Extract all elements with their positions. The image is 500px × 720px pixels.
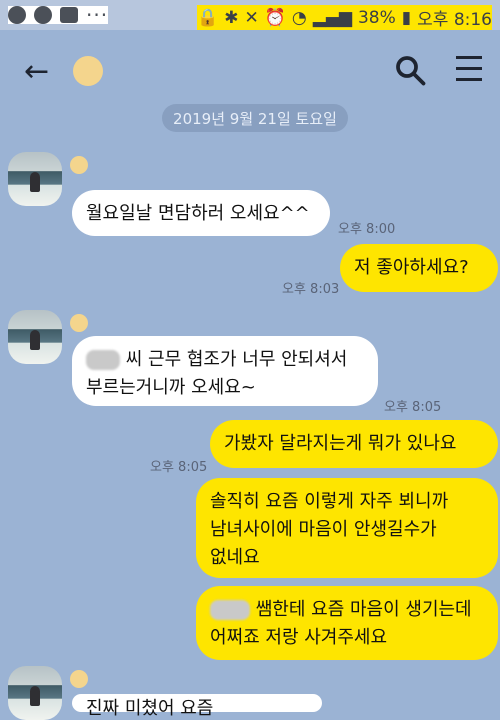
message-text: 쌤한테 요즘 마음이 생기는데: [255, 599, 472, 620]
date-pill: 2019년 9월 21일 토요일: [162, 104, 348, 132]
baby-emoji-icon: [70, 314, 88, 332]
message-bubble-right[interactable]: 가봤자 달라지는게 뭐가 있나요: [210, 420, 498, 468]
battery-text: 38%: [357, 7, 396, 28]
wifi-icon: ◔: [291, 7, 307, 28]
message-line: 쌤한테 요즘 마음이 생기는데: [210, 596, 484, 624]
date-text: 2019년 9월 21일 토요일: [173, 109, 337, 128]
gallery-icon: [60, 7, 78, 23]
message-text: 남녀사이에 마음이 안생길수가: [210, 519, 437, 540]
search-icon[interactable]: [392, 52, 428, 88]
message-text: 진짜 미쳤어 요즘: [86, 698, 214, 719]
blurred-name: [210, 600, 250, 620]
silent-icon: ✕: [244, 7, 259, 28]
bluetooth-icon: ✱: [224, 7, 239, 28]
message-text: 씨 근무 협조가 너무 안되셔서: [125, 349, 348, 370]
status-right-icons: 🔒 ✱ ✕ ⏰ ◔ ▂▄▆ 38% ▮ 오후 8:16: [197, 5, 492, 30]
message-text: 부르는거니까 오세요~: [86, 377, 256, 398]
message-text: 솔직히 요즘 이렇게 자주 뵈니까: [210, 491, 449, 512]
status-bar: ··· 🔒 ✱ ✕ ⏰ ◔ ▂▄▆ 38% ▮ 오후 8:16: [0, 0, 500, 30]
sender-avatar[interactable]: [8, 152, 62, 206]
message-bubble-right[interactable]: 저 좋아하세요?: [340, 244, 498, 292]
message-text: 없네요: [210, 547, 260, 568]
record-icon: [34, 6, 52, 24]
partial-message-bubble-left[interactable]: 진짜 미쳤어 요즘: [72, 694, 322, 719]
alarm-icon: ⏰: [264, 7, 286, 28]
message-text: 저 좋아하세요?: [354, 257, 469, 278]
signal-icon: ▂▄▆: [312, 7, 352, 28]
sender-avatar[interactable]: [8, 310, 62, 364]
message-time: 오후 8:03: [282, 282, 340, 297]
message-text: 어쩌죠 저랑 사겨주세요: [210, 627, 388, 648]
chat-room-avatar[interactable]: [73, 56, 103, 86]
status-left-icons: ···: [8, 3, 109, 27]
battery-icon: ▮: [401, 7, 412, 28]
message-text: 월요일날 면담하러 오세요^^: [86, 203, 310, 224]
chat-header: ←: [0, 30, 500, 114]
message-bubble-right[interactable]: 솔직히 요즘 이렇게 자주 뵈니까 남녀사이에 마음이 안생길수가 없네요: [196, 478, 498, 578]
message-bubble-left[interactable]: 월요일날 면담하러 오세요^^: [72, 190, 330, 236]
message-bubble-right[interactable]: 쌤한테 요즘 마음이 생기는데 어쩌죠 저랑 사겨주세요: [196, 586, 498, 660]
lock-icon: 🔒: [197, 7, 219, 28]
message-time: 오후 8:05: [150, 460, 208, 475]
baby-emoji-icon: [70, 670, 88, 688]
baby-emoji-icon: [70, 156, 88, 174]
message-time: 오후 8:00: [338, 222, 396, 237]
talk-icon: [8, 6, 26, 24]
message-bubble-left[interactable]: 씨 근무 협조가 너무 안되셔서 부르는거니까 오세요~: [72, 336, 378, 406]
message-line: 씨 근무 협조가 너무 안되셔서: [86, 346, 364, 374]
more-dots-icon: ···: [86, 3, 109, 27]
blurred-name: [86, 350, 120, 370]
message-text: 가봤자 달라지는게 뭐가 있나요: [224, 433, 457, 454]
message-time: 오후 8:05: [384, 400, 442, 415]
time-text: 오후 8:16: [417, 10, 492, 30]
back-arrow-icon[interactable]: ←: [24, 54, 49, 89]
menu-icon[interactable]: [456, 56, 486, 86]
